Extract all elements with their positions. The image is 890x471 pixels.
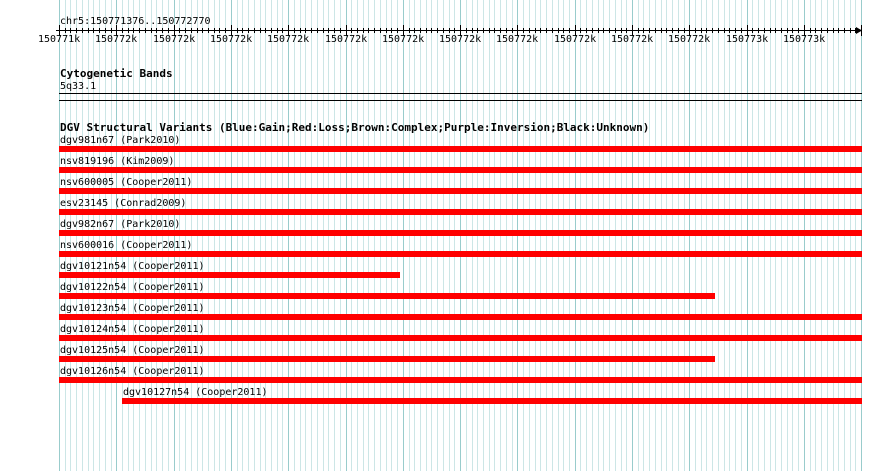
track-divider [59, 100, 862, 101]
dgv-track-title[interactable]: DGV Structural Variants (Blue:Gain;Red:L… [60, 122, 649, 133]
dgv-feature-bar[interactable] [59, 251, 862, 257]
dgv-feature-bar[interactable] [59, 314, 862, 320]
ruler-tick-label: 150772k [668, 34, 711, 45]
dgv-feature-label[interactable]: dgv982n67 (Park2010) [60, 219, 180, 230]
dgv-feature-bar[interactable] [59, 146, 862, 152]
dgv-feature-label[interactable]: nsv819196 (Kim2009) [60, 156, 174, 167]
ruler-tick-label: 150772k [496, 34, 539, 45]
track-divider [59, 93, 862, 94]
ruler-tick-label: 150772k [554, 34, 597, 45]
dgv-feature-label[interactable]: nsv600016 (Cooper2011) [60, 240, 192, 251]
ruler-tick-label: 150773k [726, 34, 769, 45]
dgv-feature-bar[interactable] [59, 377, 862, 383]
dgv-feature-label[interactable]: nsv600005 (Cooper2011) [60, 177, 192, 188]
ruler-tick-label: 150772k [611, 34, 654, 45]
dgv-feature-label[interactable]: dgv10127n54 (Cooper2011) [123, 387, 268, 398]
cytobands-track-title[interactable]: Cytogenetic Bands [60, 68, 173, 79]
dgv-feature-bar[interactable] [59, 335, 862, 341]
ruler-tick-label: 150772k [210, 34, 253, 45]
cytoband-5q33-1[interactable]: 5q33.1 [60, 81, 96, 92]
ruler-tick-label: 150772k [95, 34, 138, 45]
dgv-feature-label[interactable]: esv23145 (Conrad2009) [60, 198, 186, 209]
ruler-tick-label: 150772k [439, 34, 482, 45]
dgv-feature-label[interactable]: dgv10122n54 (Cooper2011) [60, 282, 205, 293]
dgv-feature-bar[interactable] [59, 293, 715, 299]
dgv-feature-label[interactable]: dgv10126n54 (Cooper2011) [60, 366, 205, 377]
ruler-tick-label: 150772k [267, 34, 310, 45]
ruler-tick-label: 150772k [325, 34, 368, 45]
dgv-feature-bar[interactable] [59, 167, 862, 173]
dgv-feature-bar[interactable] [59, 209, 862, 215]
ruler-tick-label: 150772k [153, 34, 196, 45]
dgv-feature-bar[interactable] [59, 356, 715, 362]
dgv-feature-bar[interactable] [59, 188, 862, 194]
dgv-feature-label[interactable]: dgv10124n54 (Cooper2011) [60, 324, 205, 335]
dgv-feature-label[interactable]: dgv981n67 (Park2010) [60, 135, 180, 146]
ruler-tick-label: 150771k [38, 34, 81, 45]
dgv-feature-bar[interactable] [122, 398, 862, 404]
dgv-feature-bar[interactable] [59, 230, 862, 236]
dgv-feature-label[interactable]: dgv10123n54 (Cooper2011) [60, 303, 205, 314]
dgv-feature-label[interactable]: dgv10125n54 (Cooper2011) [60, 345, 205, 356]
ruler-tick-label: 150772k [382, 34, 425, 45]
dgv-feature-label[interactable]: dgv10121n54 (Cooper2011) [60, 261, 205, 272]
ruler-tick-label: 150773k [783, 34, 826, 45]
dgv-feature-bar[interactable] [59, 272, 400, 278]
